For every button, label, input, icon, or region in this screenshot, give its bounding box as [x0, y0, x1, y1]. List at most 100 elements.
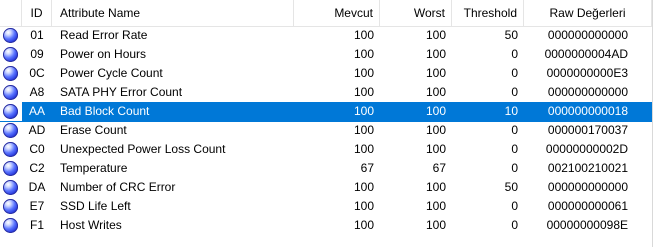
attr-worst: 100	[425, 104, 446, 118]
attr-threshold: 0	[511, 123, 518, 137]
attr-current: 100	[353, 218, 374, 232]
header-threshold[interactable]: Threshold	[452, 0, 524, 26]
attr-worst: 100	[425, 199, 446, 213]
attr-current: 100	[353, 85, 374, 99]
status-cell	[0, 140, 22, 159]
table-row[interactable]: 09 Power on Hours 100 100 0 0000000004AD	[0, 45, 652, 65]
attr-id: A8	[29, 85, 45, 99]
blue-ok-icon	[3, 142, 18, 157]
table-row[interactable]: DA Number of CRC Error 100 100 50 000000…	[0, 178, 652, 198]
header-id[interactable]: ID	[22, 0, 52, 26]
attr-threshold: 0	[511, 85, 518, 99]
attr-worst: 100	[425, 47, 446, 61]
status-cell	[0, 216, 22, 235]
attr-threshold: 0	[511, 199, 518, 213]
header-attribute-name[interactable]: Attribute Name	[52, 0, 294, 26]
attr-current: 100	[353, 47, 374, 61]
attr-name: Erase Count	[60, 123, 127, 137]
attr-threshold: 0	[511, 142, 518, 156]
blue-ok-icon	[3, 85, 18, 100]
table-row[interactable]: 0C Power Cycle Count 100 100 0 000000000…	[0, 64, 652, 84]
attr-worst: 100	[425, 85, 446, 99]
header-status-column[interactable]	[0, 0, 22, 26]
status-cell	[0, 178, 22, 197]
attr-worst: 67	[432, 161, 446, 175]
attr-id: AD	[28, 123, 46, 137]
table-row[interactable]: 01 Read Error Rate 100 100 50 0000000000…	[0, 26, 652, 46]
attr-id: 01	[30, 28, 44, 42]
attr-id: 09	[30, 47, 44, 61]
table-row-selected[interactable]: AA Bad Block Count 100 100 10 0000000000…	[0, 102, 652, 122]
attr-name: Bad Block Count	[60, 104, 150, 118]
attr-raw: 000000000000	[547, 180, 628, 194]
attr-raw: 000000000018	[547, 104, 628, 118]
status-cell	[0, 102, 22, 121]
blue-ok-icon	[3, 123, 18, 138]
attr-raw: 002100210021	[547, 161, 628, 175]
attr-id: F1	[29, 218, 44, 232]
blue-ok-icon	[3, 66, 18, 81]
attr-threshold: 50	[504, 28, 518, 42]
attr-worst: 100	[425, 28, 446, 42]
attr-name: Read Error Rate	[60, 28, 148, 42]
attr-threshold: 0	[511, 218, 518, 232]
attr-current: 100	[353, 180, 374, 194]
blue-ok-icon	[3, 161, 18, 176]
attr-name: Power on Hours	[60, 47, 147, 61]
attr-name: Number of CRC Error	[60, 180, 176, 194]
attr-id: E7	[29, 199, 45, 213]
attr-raw: 000000000061	[547, 199, 628, 213]
attr-raw: 00000000002D	[545, 142, 628, 156]
attr-id: 0C	[29, 66, 45, 80]
table-row[interactable]: F1 Host Writes 100 100 0 00000000098E	[0, 216, 652, 236]
attr-current: 100	[353, 28, 374, 42]
attr-threshold: 0	[511, 66, 518, 80]
attr-worst: 100	[425, 123, 446, 137]
attr-id: DA	[28, 180, 46, 194]
attr-id: C2	[29, 161, 45, 175]
attr-current: 100	[353, 104, 374, 118]
attr-threshold: 50	[504, 180, 518, 194]
table-row[interactable]: A8 SATA PHY Error Count 100 100 0 000000…	[0, 83, 652, 103]
attr-worst: 100	[425, 218, 446, 232]
attr-name: Unexpected Power Loss Count	[60, 142, 226, 156]
attr-raw: 00000000098E	[546, 218, 628, 232]
attr-worst: 100	[425, 66, 446, 80]
status-cell	[0, 121, 22, 140]
attr-raw: 0000000000E3	[546, 66, 628, 80]
attr-current: 100	[353, 123, 374, 137]
blue-ok-icon	[3, 218, 18, 233]
status-cell	[0, 64, 22, 83]
header-worst[interactable]: Worst	[380, 0, 452, 26]
blue-ok-icon	[3, 47, 18, 62]
attr-current: 100	[353, 66, 374, 80]
attr-id: AA	[22, 102, 52, 121]
table-row[interactable]: E7 SSD Life Left 100 100 0 000000000061	[0, 197, 652, 217]
attr-current: 67	[360, 161, 374, 175]
attr-raw: 000000170037	[547, 123, 628, 137]
blue-ok-icon	[3, 28, 18, 43]
attr-raw: 000000000000	[547, 28, 628, 42]
table-row[interactable]: C0 Unexpected Power Loss Count 100 100 0…	[0, 140, 652, 160]
attr-raw: 0000000004AD	[544, 47, 628, 61]
table-row[interactable]: C2 Temperature 67 67 0 002100210021	[0, 159, 652, 179]
header-raw-values[interactable]: Raw Değerleri	[524, 0, 652, 26]
attr-threshold: 10	[504, 104, 518, 118]
attr-threshold: 0	[511, 47, 518, 61]
blue-ok-icon	[3, 199, 18, 214]
blue-ok-icon	[3, 104, 18, 119]
attr-name: Temperature	[60, 161, 128, 175]
status-cell	[0, 45, 22, 64]
smart-attributes-table: ID Attribute Name Mevcut Worst Threshold…	[0, 0, 653, 247]
status-cell	[0, 159, 22, 178]
status-cell	[0, 197, 22, 216]
status-cell	[0, 83, 22, 102]
attr-worst: 100	[425, 180, 446, 194]
attr-raw: 000000000000	[547, 85, 628, 99]
attr-threshold: 0	[511, 161, 518, 175]
attr-current: 100	[353, 199, 374, 213]
table-row[interactable]: AD Erase Count 100 100 0 000000170037	[0, 121, 652, 141]
header-current[interactable]: Mevcut	[294, 0, 380, 26]
status-cell	[0, 26, 22, 45]
attr-current: 100	[353, 142, 374, 156]
